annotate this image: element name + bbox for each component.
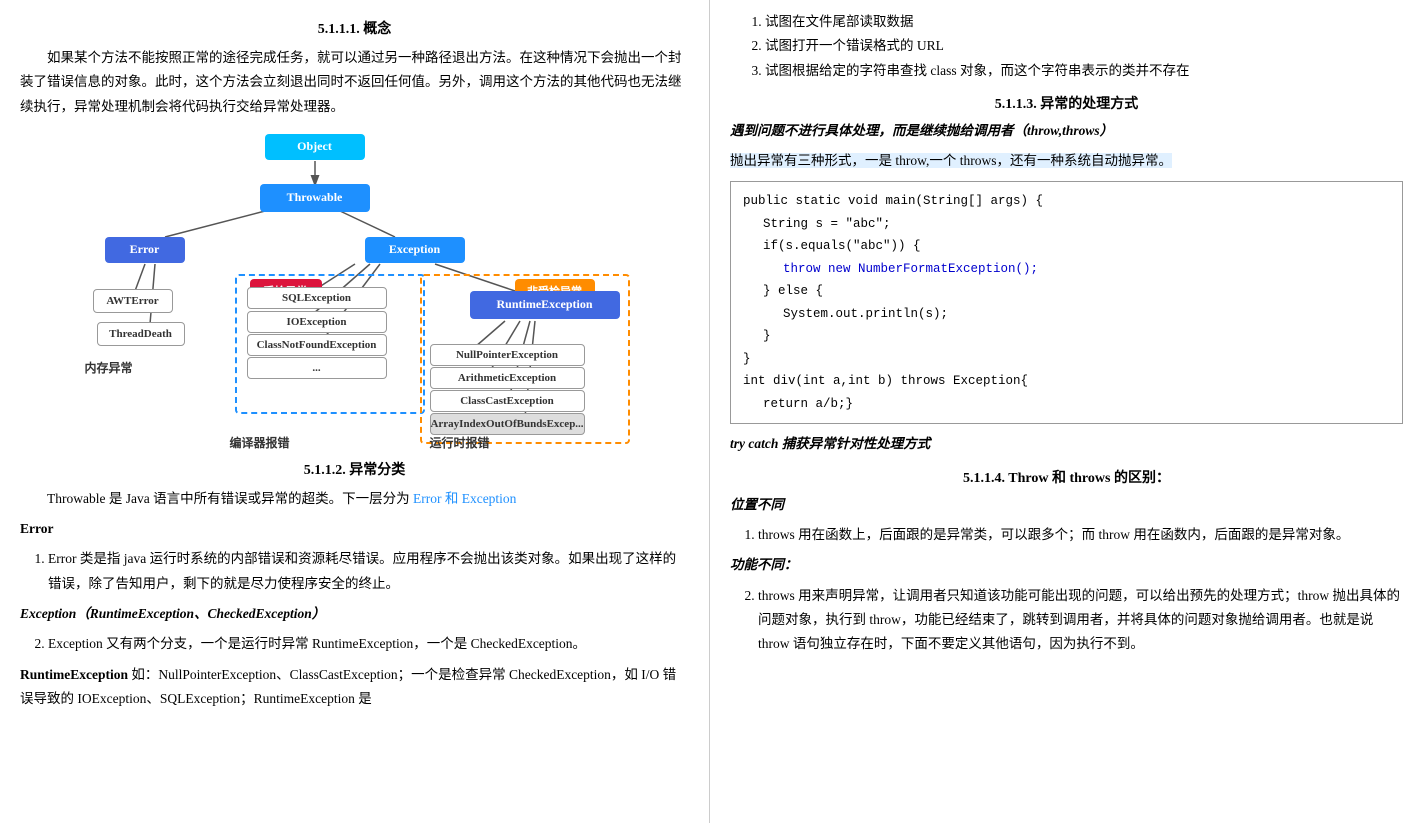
- list-item-1: 试图在文件尾部读取数据: [765, 10, 1403, 34]
- list-item-3: 试图根据给定的字符串查找 class 对象，而这个字符串表示的类并不存在: [765, 59, 1403, 83]
- trycatch-label: try catch 捕获异常针对性处理方式: [730, 432, 1403, 456]
- position-item-1: throws 用在函数上，后面跟的是异常类，可以跟多个；而 throw 用在函数…: [758, 523, 1403, 547]
- box-exception: Exception: [365, 237, 465, 263]
- code-line-8: }: [743, 348, 1390, 371]
- exception-title: Exception（RuntimeException、CheckedExcept…: [20, 602, 689, 626]
- section-112-title: 5.1.1.2. 异常分类: [20, 459, 689, 479]
- box-dots: ...: [247, 357, 387, 379]
- colored-text: Error 和 Exception: [413, 491, 516, 506]
- throw-intro: 抛出异常有三种形式，一是 throw,一个 throws，还有一种系统自动抛异常…: [730, 149, 1403, 173]
- code-line-3: if(s.equals("abc")) {: [743, 235, 1390, 258]
- runtime-para: RuntimeException 如：NullPointerException、…: [20, 663, 689, 712]
- runtime-bold: RuntimeException: [20, 667, 128, 682]
- right-panel: 试图在文件尾部读取数据 试图打开一个错误格式的 URL 试图根据给定的字符串查找…: [710, 0, 1423, 823]
- exception-item-1: Exception 又有两个分支，一个是运行时异常 RuntimeExcepti…: [48, 632, 689, 656]
- section-112-para1: Throwable 是 Java 语言中所有错误或异常的超类。下一层分为 Err…: [20, 487, 689, 511]
- box-sqlexception: SQLException: [247, 287, 387, 309]
- error-item-1: Error 类是指 java 运行时系统的内部错误和资源耗尽错误。应用程序不会抛…: [48, 547, 689, 596]
- section-113-italic: 遇到问题不进行具体处理，而是继续抛给调用者（throw,throws）: [730, 119, 1403, 143]
- code-line-6: System.out.println(s);: [743, 303, 1390, 326]
- function-item-2: throws 用来声明异常，让调用者只知道该功能可能出现的问题，可以给出预先的处…: [758, 584, 1403, 657]
- box-classnotfound: ClassNotFoundException: [247, 334, 387, 356]
- box-classcast: ClassCastException: [430, 390, 585, 412]
- label-runtime: 运行时报错: [430, 434, 490, 451]
- label-compiler: 编译器报错: [230, 434, 290, 451]
- section-111-para: 如果某个方法不能按照正常的途径完成任务，就可以通过另一种路径退出方法。在这种情况…: [20, 46, 689, 119]
- code-line-5: } else {: [743, 280, 1390, 303]
- code-line-2: String s = "abc";: [743, 213, 1390, 236]
- position-title: 位置不同: [730, 493, 1403, 517]
- code-line-9: int div(int a,int b) throws Exception{: [743, 370, 1390, 393]
- box-throwable: Throwable: [260, 184, 370, 212]
- function-title: 功能不同：: [730, 553, 1403, 577]
- box-error: Error: [105, 237, 185, 263]
- function-list: throws 用来声明异常，让调用者只知道该功能可能出现的问题，可以给出预先的处…: [758, 584, 1403, 657]
- error-list: Error 类是指 java 运行时系统的内部错误和资源耗尽错误。应用程序不会抛…: [48, 547, 689, 596]
- section-114-title: 5.1.1.4. Throw 和 throws 的区别：: [730, 467, 1403, 487]
- diagram-inner: Object Throwable Error Exception 受检异常 非受…: [75, 129, 635, 449]
- code-line-10: return a/b;}: [743, 393, 1390, 416]
- top-list: 试图在文件尾部读取数据 试图打开一个错误格式的 URL 试图根据给定的字符串查找…: [765, 10, 1403, 83]
- list-item-2: 试图打开一个错误格式的 URL: [765, 34, 1403, 58]
- section-111-title: 5.1.1.1. 概念: [20, 18, 689, 38]
- code-line-1: public static void main(String[] args) {: [743, 190, 1390, 213]
- section-113-title: 5.1.1.3. 异常的处理方式: [730, 93, 1403, 113]
- position-list: throws 用在函数上，后面跟的是异常类，可以跟多个；而 throw 用在函数…: [758, 523, 1403, 547]
- left-panel: 5.1.1.1. 概念 如果某个方法不能按照正常的途径完成任务，就可以通过另一种…: [0, 0, 710, 823]
- exception-list: Exception 又有两个分支，一个是运行时异常 RuntimeExcepti…: [48, 632, 689, 656]
- box-threaddeath: ThreadDeath: [97, 322, 185, 346]
- exception-diagram: Object Throwable Error Exception 受检异常 非受…: [20, 129, 689, 449]
- box-arrayindex: ArrayIndexOutOfBundsExcep...: [430, 413, 585, 435]
- box-ioexception: IOException: [247, 311, 387, 333]
- box-arithmetic: ArithmeticException: [430, 367, 585, 389]
- box-nullpointer: NullPointerException: [430, 344, 585, 366]
- code-line-7: }: [743, 325, 1390, 348]
- label-memory: 内存异常: [85, 359, 133, 376]
- code-line-4: throw new NumberFormatException();: [743, 258, 1390, 281]
- box-object: Object: [265, 134, 365, 160]
- code-block: public static void main(String[] args) {…: [730, 181, 1403, 424]
- error-title: Error: [20, 517, 689, 541]
- throw-intro-text: 抛出异常有三种形式，一是 throw,一个 throws，还有一种系统自动抛异常…: [730, 153, 1172, 168]
- box-awterror: AWTError: [93, 289, 173, 313]
